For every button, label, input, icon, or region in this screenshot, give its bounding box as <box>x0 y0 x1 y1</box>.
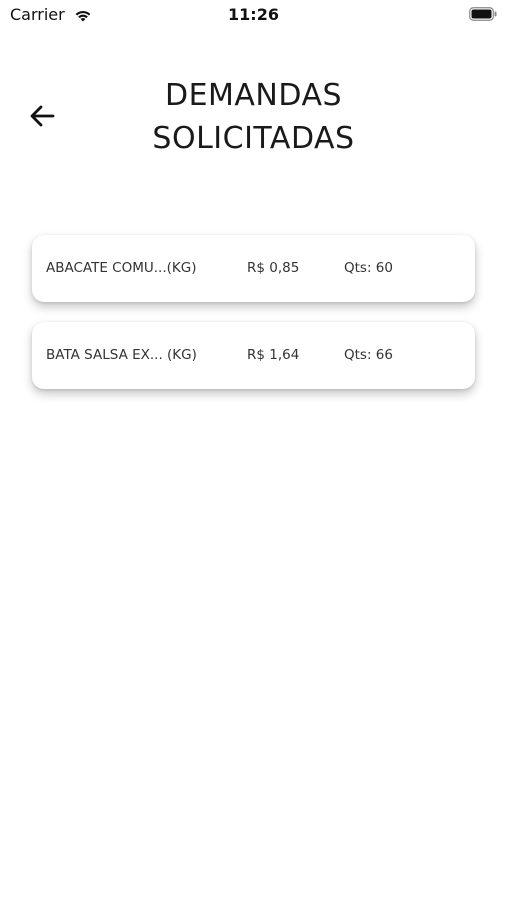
demand-list: ABACATE COMU...(KG) R$ 0,85 Qts: 60 BATA… <box>24 226 496 402</box>
page-title: DEMANDAS SOLICITADAS <box>90 74 417 160</box>
demand-quantity: Qts: 60 <box>344 260 393 276</box>
demand-price: R$ 0,85 <box>247 260 300 276</box>
status-time: 11:26 <box>228 5 279 24</box>
back-button[interactable] <box>26 100 58 132</box>
battery-icon <box>469 7 497 21</box>
demand-quantity: Qts: 66 <box>344 347 393 363</box>
status-bar: Carrier 11:26 <box>0 0 507 30</box>
demand-name: ABACATE COMU...(KG) <box>46 260 197 276</box>
page-title-line1: DEMANDAS <box>164 78 343 113</box>
page-title-line2: SOLICITADAS <box>152 121 355 156</box>
demand-card[interactable]: ABACATE COMU...(KG) R$ 0,85 Qts: 60 <box>32 235 475 302</box>
arrow-left-icon <box>30 105 55 127</box>
demand-name: BATA SALSA EX... (KG) <box>46 347 197 363</box>
demand-card[interactable]: BATA SALSA EX... (KG) R$ 1,64 Qts: 66 <box>32 322 475 389</box>
demand-price: R$ 1,64 <box>247 347 300 363</box>
